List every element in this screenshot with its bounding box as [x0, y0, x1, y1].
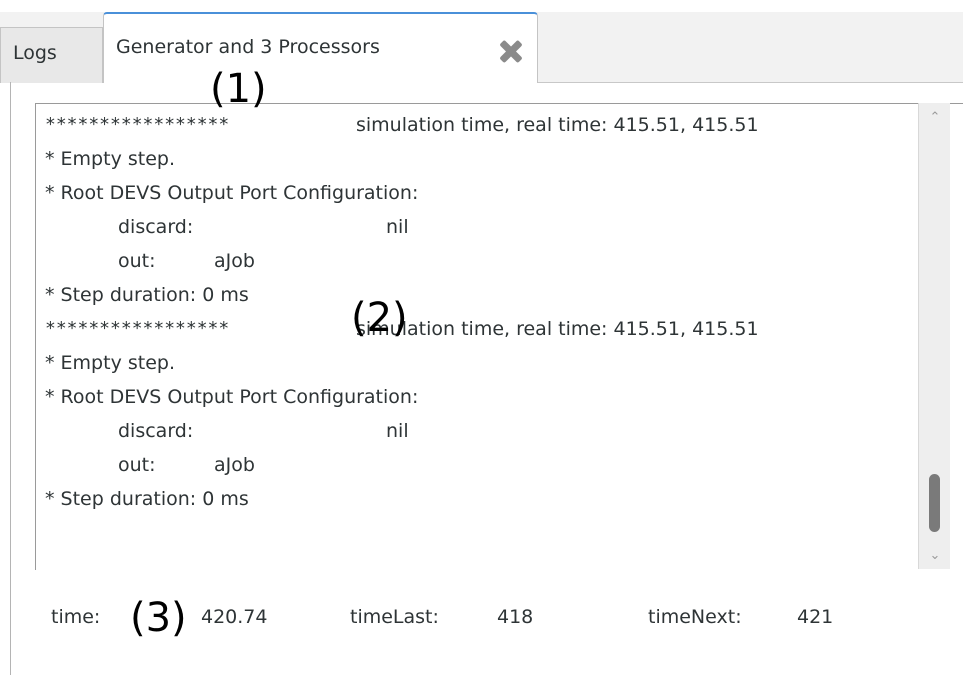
time-label: time: [51, 606, 101, 628]
scrollbar-thumb[interactable] [929, 474, 940, 532]
log-port-name: discard: [118, 216, 194, 238]
log-lines: ***************** simulation time, real … [45, 108, 925, 516]
log-text: simulation time, real time: 415.51, 415.… [356, 318, 759, 340]
log-text: * Empty step. [45, 148, 175, 170]
log-text: * Root DEVS Output Port Configuration: [45, 182, 419, 204]
tab-generator-and-3-processors[interactable]: Generator and 3 Processors [103, 12, 538, 83]
log-text: * Root DEVS Output Port Configuration: [45, 386, 419, 408]
log-line: * Root DEVS Output Port Configuration: [45, 380, 925, 414]
log-port-name: out: [118, 454, 156, 476]
time-last-label: timeLast: [350, 606, 439, 628]
log-port-value: nil [386, 216, 409, 238]
vertical-scrollbar[interactable]: ⌃ ⌄ [918, 103, 950, 569]
log-text: simulation time, real time: 415.51, 415.… [356, 114, 759, 136]
time-next-label: timeNext: [648, 606, 742, 628]
log-port-value: aJob [214, 454, 255, 476]
log-port-value: aJob [214, 250, 255, 272]
log-line: * Root DEVS Output Port Configuration: [45, 176, 925, 210]
log-line: * Empty step. [45, 142, 925, 176]
log-line-port: discard: nil [45, 210, 925, 244]
log-port-value: nil [386, 420, 409, 442]
tab-logs-label: Logs [13, 42, 57, 64]
log-line-port: out: aJob [45, 244, 925, 278]
time-next-value: 421 [797, 606, 834, 628]
tab-logs[interactable]: Logs [0, 27, 103, 83]
close-x-icon[interactable] [497, 37, 525, 65]
chevron-up-icon[interactable]: ⌃ [928, 111, 942, 125]
time-value: 420.74 [201, 606, 268, 628]
tab-active-label: Generator and 3 Processors [116, 36, 380, 58]
log-stars: ***************** [45, 114, 230, 135]
panel-border [10, 82, 11, 675]
log-line: * Step duration: 0 ms [45, 278, 925, 312]
log-text: * Step duration: 0 ms [45, 284, 249, 306]
log-text: * Step duration: 0 ms [45, 488, 249, 510]
log-port-name: out: [118, 250, 156, 272]
annotation-2: (2) [351, 295, 408, 341]
log-text: * Empty step. [45, 352, 175, 374]
log-line-port: discard: nil [45, 414, 925, 448]
time-last-value: 418 [497, 606, 534, 628]
log-line-separator: ***************** simulation time, real … [45, 108, 925, 142]
chevron-down-icon[interactable]: ⌄ [928, 549, 942, 563]
log-line: * Step duration: 0 ms [45, 482, 925, 516]
annotation-3: (3) [130, 595, 187, 641]
log-text-area[interactable]: ***************** simulation time, real … [35, 103, 963, 570]
log-stars: ***************** [45, 318, 230, 339]
log-port-name: discard: [118, 420, 194, 442]
log-line-separator: ***************** simulation time, real … [45, 312, 925, 346]
log-line: * Empty step. [45, 346, 925, 380]
annotation-1: (1) [210, 66, 267, 112]
log-line-port: out: aJob [45, 448, 925, 482]
